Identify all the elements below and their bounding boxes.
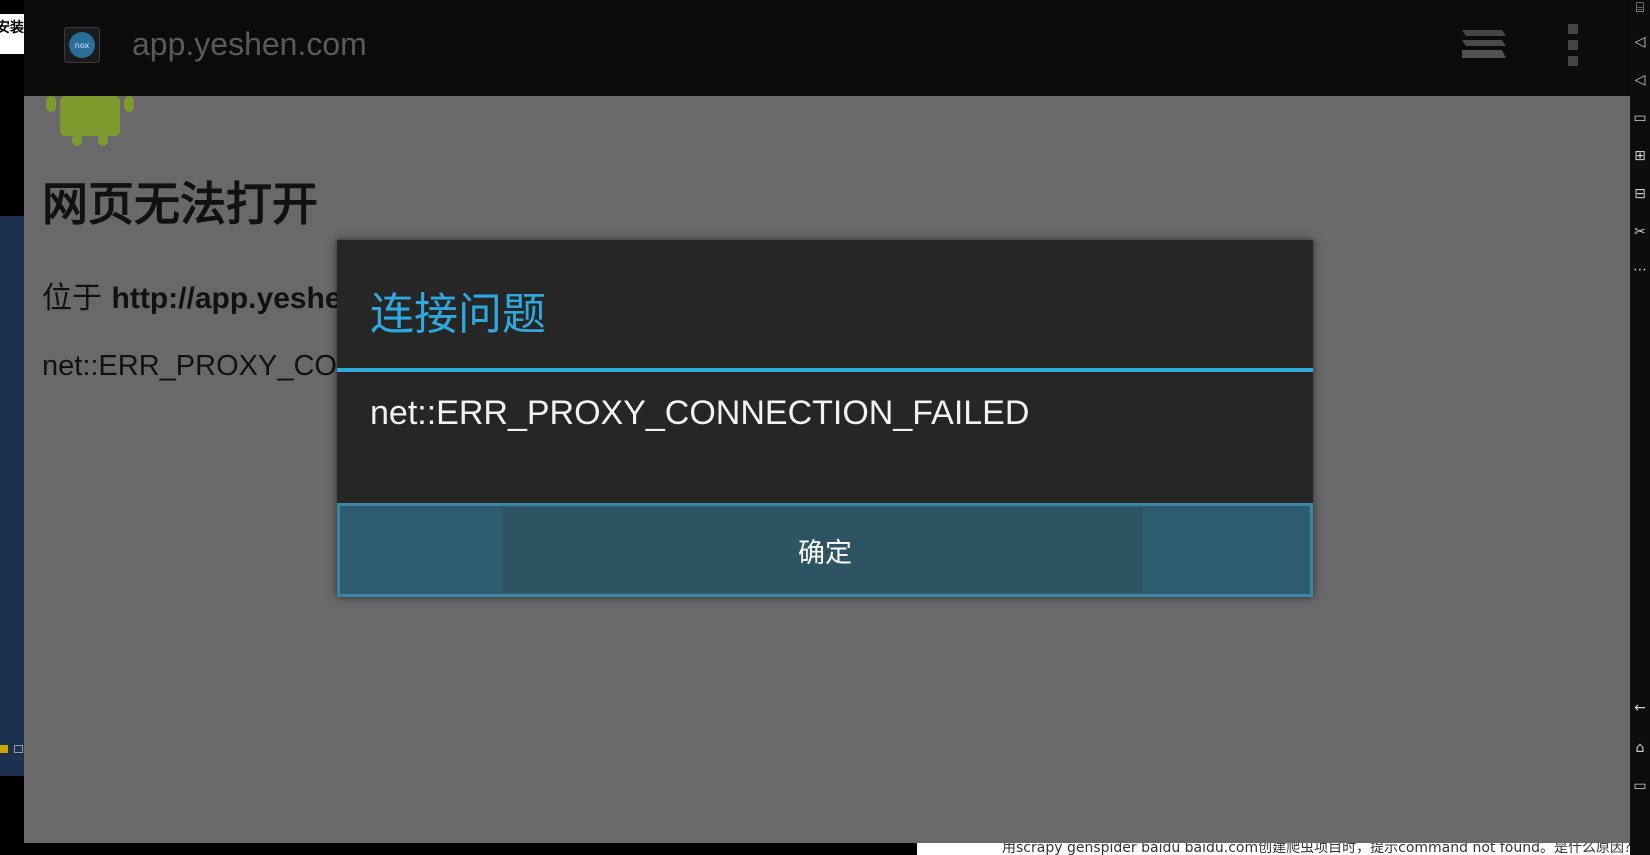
emulator-screen: nox app.yeshen.com 网页无法打开 位于 http://app.… bbox=[24, 0, 1630, 843]
scissors-icon[interactable]: ✂ bbox=[1632, 224, 1648, 240]
volume-down-icon[interactable]: ◁ bbox=[1632, 72, 1648, 88]
more-icon[interactable]: ⋯ bbox=[1632, 262, 1648, 278]
ok-button[interactable]: 确定 bbox=[337, 503, 1313, 597]
nox-logo-icon: nox bbox=[69, 32, 95, 58]
location-url: http://app.yeshe bbox=[111, 282, 342, 315]
nox-app-icon[interactable]: nox bbox=[64, 27, 100, 63]
location-prefix: 位于 bbox=[42, 281, 102, 316]
page-heading: 网页无法打开 bbox=[42, 177, 318, 231]
taskbar-window-icon[interactable] bbox=[14, 745, 23, 753]
volume-up-icon[interactable]: ◁ bbox=[1632, 34, 1648, 50]
add-apk-icon[interactable]: ⊞ bbox=[1632, 148, 1648, 164]
desktop-tab-label[interactable]: 安装 bbox=[0, 14, 24, 54]
dialog-message: net::ERR_PROXY_CONNECTION_FAILED bbox=[370, 394, 1030, 432]
overflow-menu-icon[interactable] bbox=[1566, 24, 1580, 66]
page-error-code: net::ERR_PROXY_COI bbox=[42, 350, 345, 382]
browser-app-bar: nox app.yeshen.com bbox=[24, 0, 1630, 96]
recent-apps-icon[interactable]: ▭ bbox=[1632, 778, 1648, 794]
taskbar-folder-icon[interactable] bbox=[0, 745, 8, 753]
tabs-icon[interactable] bbox=[1458, 24, 1508, 64]
connection-error-dialog: 连接问题 net::ERR_PROXY_CONNECTION_FAILED 确定 bbox=[337, 240, 1313, 597]
desktop-window-edge bbox=[0, 216, 24, 776]
multi-instance-icon[interactable]: ⊟ bbox=[1632, 186, 1648, 202]
back-icon[interactable]: ← bbox=[1632, 700, 1648, 716]
desktop-left-strip: 安装 bbox=[0, 0, 24, 855]
background-page-strip: 用scrapy genspider baidu baidu.com创建爬虫项目时… bbox=[917, 843, 1630, 855]
background-question-text: 用scrapy genspider baidu baidu.com创建爬虫项目时… bbox=[1002, 843, 1630, 855]
emulator-side-toolbar: ⌸ ◁ ◁ ▭ ⊞ ⊟ ✂ ⋯ ← ⌂ ▭ bbox=[1630, 0, 1650, 855]
url-title[interactable]: app.yeshen.com bbox=[132, 26, 367, 63]
home-icon[interactable]: ⌂ bbox=[1632, 740, 1648, 756]
android-robot-icon bbox=[46, 96, 134, 146]
keyboard-icon[interactable]: ⌸ bbox=[1632, 0, 1648, 16]
dialog-title-divider bbox=[337, 368, 1313, 372]
dialog-title: 连接问题 bbox=[370, 289, 546, 340]
screen-icon[interactable]: ▭ bbox=[1632, 110, 1648, 126]
page-location-line: 位于 http://app.yeshe bbox=[42, 273, 342, 317]
ok-button-label: 确定 bbox=[798, 537, 852, 569]
